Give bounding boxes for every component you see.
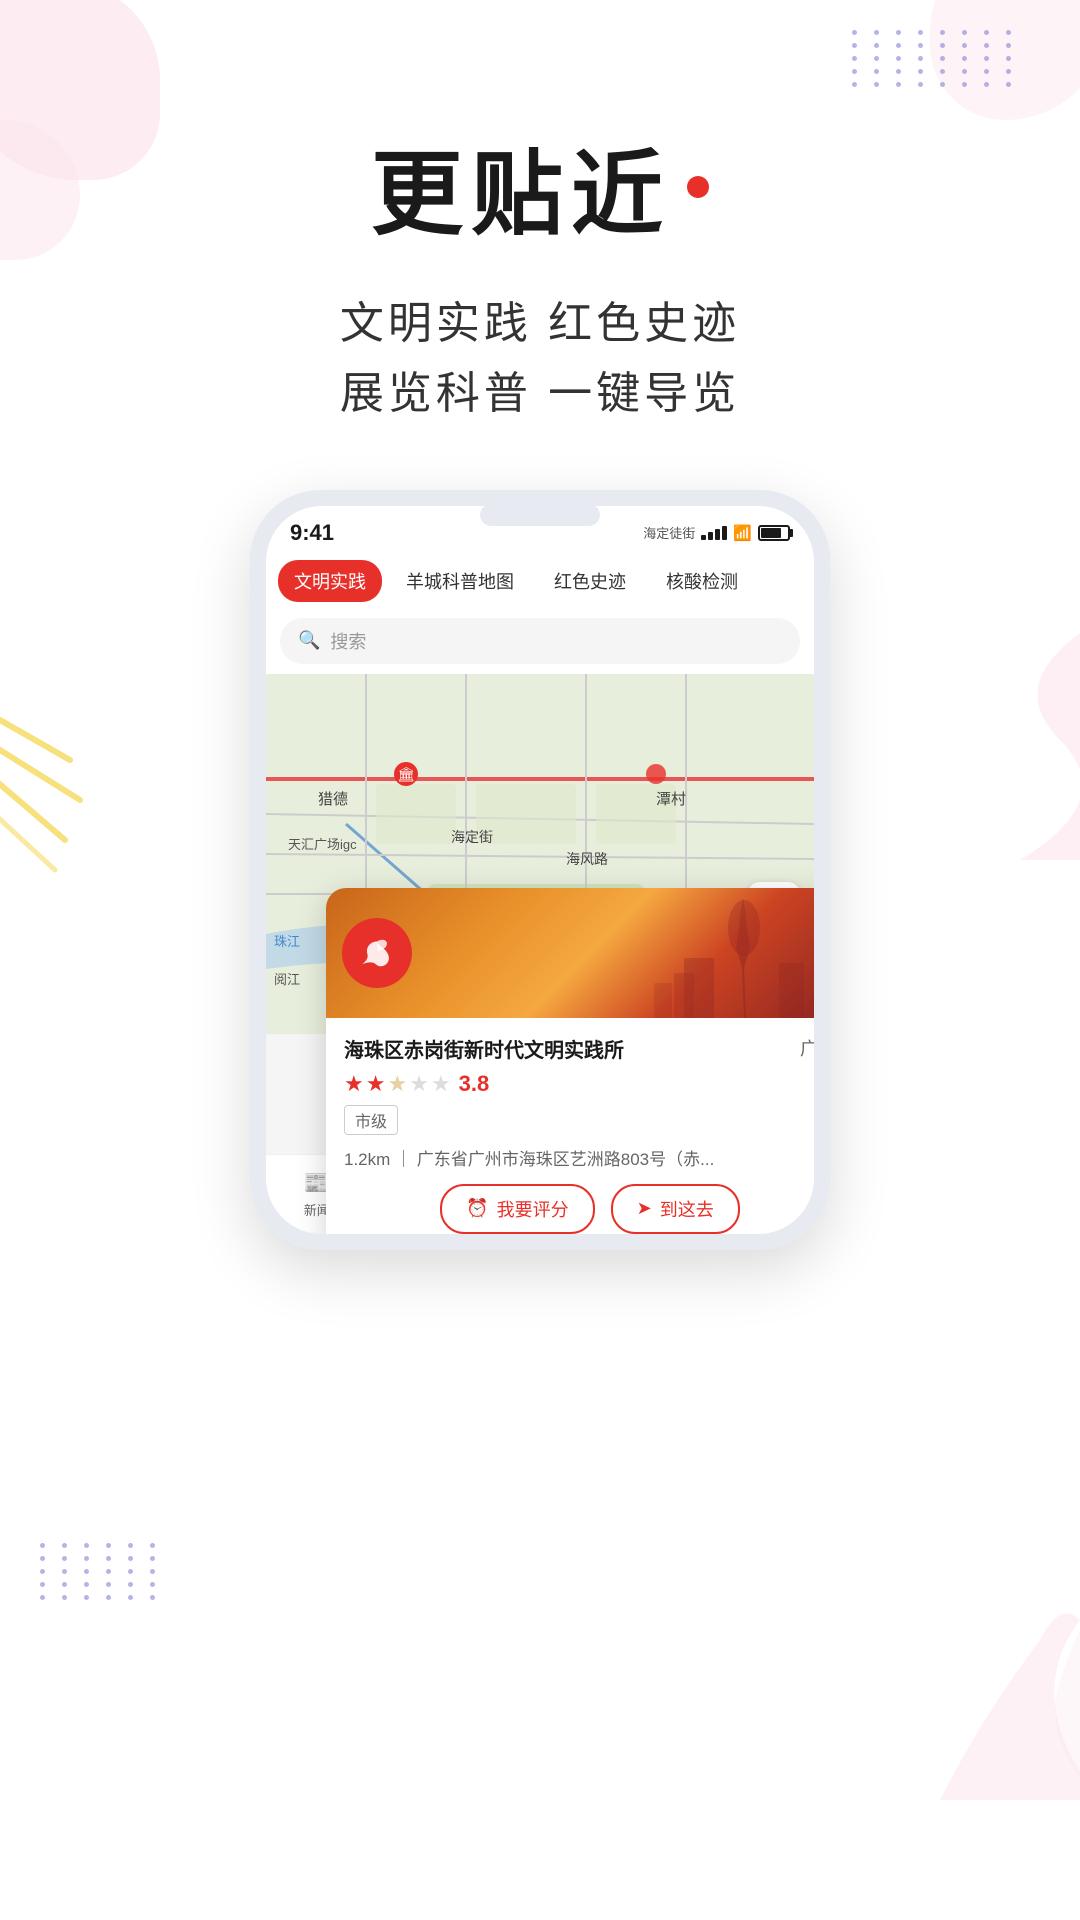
card-content: 海珠区赤岗街新时代文明实践所 广州 ★ ★ ★ ★ ★ 3.8 [326,1018,814,1234]
star-1: ★ [344,1071,364,1097]
location-text: 海定徒街 [643,523,695,542]
rating-number: 3.8 [459,1071,490,1097]
svg-text:珠江: 珠江 [274,934,300,949]
status-icons: 海定徒街 📶 [643,523,790,542]
search-bar-container: 🔍 搜索 [266,610,814,674]
tab-science[interactable]: 羊城科普地图 [390,560,530,602]
phone-mockup-container: 9:41 海定徒街 📶 [160,490,920,1250]
card-tag-container: 市级 [344,1105,814,1145]
tab-history[interactable]: 红色史迹 [538,560,642,602]
search-placeholder-text: 搜索 [330,628,366,654]
hero-subtitle-line2: 展览科普 一键导览 [340,359,740,429]
card-distance: 1.2km [344,1150,390,1169]
map-tabs: 文明实践 羊城科普地图 红色史迹 核酸检测 [266,552,814,610]
location-card: 海珠区赤岗街新时代文明实践所 广州 ★ ★ ★ ★ ★ 3.8 [326,888,814,1234]
battery-icon [758,525,790,541]
tab-nucleic[interactable]: 核酸检测 [650,560,754,602]
main-container: 更贴近 文明实践 红色史迹 展览科普 一键导览 9:41 海定徒街 [0,0,1080,1920]
phone-notch [480,504,600,526]
card-info: 1.2km ｜ 广东省广州市海珠区艺洲路803号（赤... [344,1145,814,1170]
navigate-button[interactable]: ➤ 到这去 [611,1184,740,1234]
wifi-icon: 📶 [733,524,752,542]
rate-icon: ⏰ [466,1198,488,1219]
rate-button[interactable]: ⏰ 我要评分 [440,1184,594,1234]
svg-text:🏛: 🏛 [397,766,415,782]
card-separator: ｜ [395,1150,417,1169]
phone-inner: 9:41 海定徒街 📶 [266,506,814,1234]
svg-text:猎德: 猎德 [318,790,348,808]
card-city: 广州 [800,1035,814,1061]
hero-title-text: 更贴近 [371,120,671,253]
card-logo-icon [355,931,399,975]
svg-text:潭村: 潭村 [656,791,686,808]
search-icon: 🔍 [298,630,320,651]
signal-icon [701,526,727,540]
card-rating: ★ ★ ★ ★ ★ 3.8 [344,1071,814,1097]
card-logo [342,918,412,988]
svg-text:海风路: 海风路 [566,851,608,867]
navigate-label: 到这去 [660,1196,714,1222]
hero-title: 更贴近 [371,120,709,253]
card-actions: ⏰ 我要评分 ➤ 到这去 [344,1184,814,1234]
star-3: ★ [387,1071,407,1097]
svg-text:天汇广场igc: 天汇广场igc [288,837,357,852]
tab-civilization[interactable]: 文明实践 [278,560,382,602]
hero-subtitle: 文明实践 红色史迹 展览科普 一键导览 [340,289,740,430]
card-address: 广东省广州市海珠区艺洲路803号（赤... [417,1150,715,1169]
hero-title-dot [687,176,709,198]
city-skyline [604,888,814,1018]
hero-subtitle-line1: 文明实践 红色史迹 [340,289,740,359]
card-tag: 市级 [344,1105,398,1135]
navigate-icon: ➤ [637,1198,652,1219]
star-4: ★ [409,1071,429,1097]
rate-label: 我要评分 [497,1196,569,1222]
star-2: ★ [366,1071,386,1097]
phone-outer: 9:41 海定徒街 📶 [250,490,830,1250]
search-input[interactable]: 🔍 搜索 [280,618,800,664]
svg-text:阅江: 阅江 [274,972,300,987]
card-title-row: 海珠区赤岗街新时代文明实践所 广州 [344,1034,814,1063]
svg-text:海定街: 海定街 [451,829,493,845]
star-rating: ★ ★ ★ ★ ★ [344,1071,451,1097]
star-5: ★ [431,1071,451,1097]
status-time: 9:41 [290,520,334,546]
card-image [326,888,814,1018]
card-title: 海珠区赤岗街新时代文明实践所 [344,1034,624,1063]
